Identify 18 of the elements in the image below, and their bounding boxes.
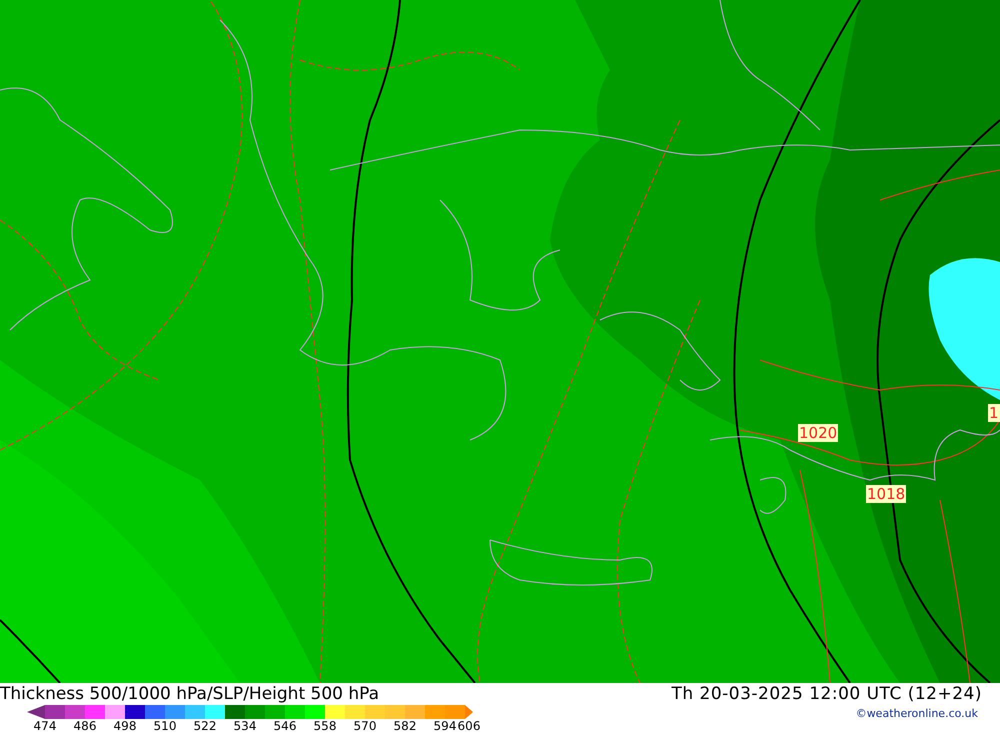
map-title: Thickness 500/1000 hPa/SLP/Height 500 hPa [0, 683, 380, 705]
pressure-label: 1 [988, 404, 1000, 422]
pressure-label: 1020 [798, 424, 838, 442]
legend-tick-label: 498 [114, 719, 136, 733]
legend-tick-label: 510 [154, 719, 176, 733]
credit-link[interactable]: ©weatheronline.co.uk [856, 707, 978, 721]
legend-tick-label: 558 [314, 719, 336, 733]
legend-tick-label: 570 [354, 719, 376, 733]
legend-tick-label: 486 [74, 719, 96, 733]
forecast-datetime: Th 20-03-2025 12:00 UTC (12+24) [671, 683, 982, 705]
pressure-label: 1018 [866, 485, 906, 503]
legend-tick-label: 534 [234, 719, 256, 733]
legend-tick-label: 594 [434, 719, 456, 733]
legend-tick-label: 474 [34, 719, 56, 733]
legend-tick-label: 522 [194, 719, 216, 733]
legend-tick-label: 606 [458, 719, 480, 733]
legend-tick-label: 546 [274, 719, 296, 733]
legend-tick-label: 582 [394, 719, 416, 733]
